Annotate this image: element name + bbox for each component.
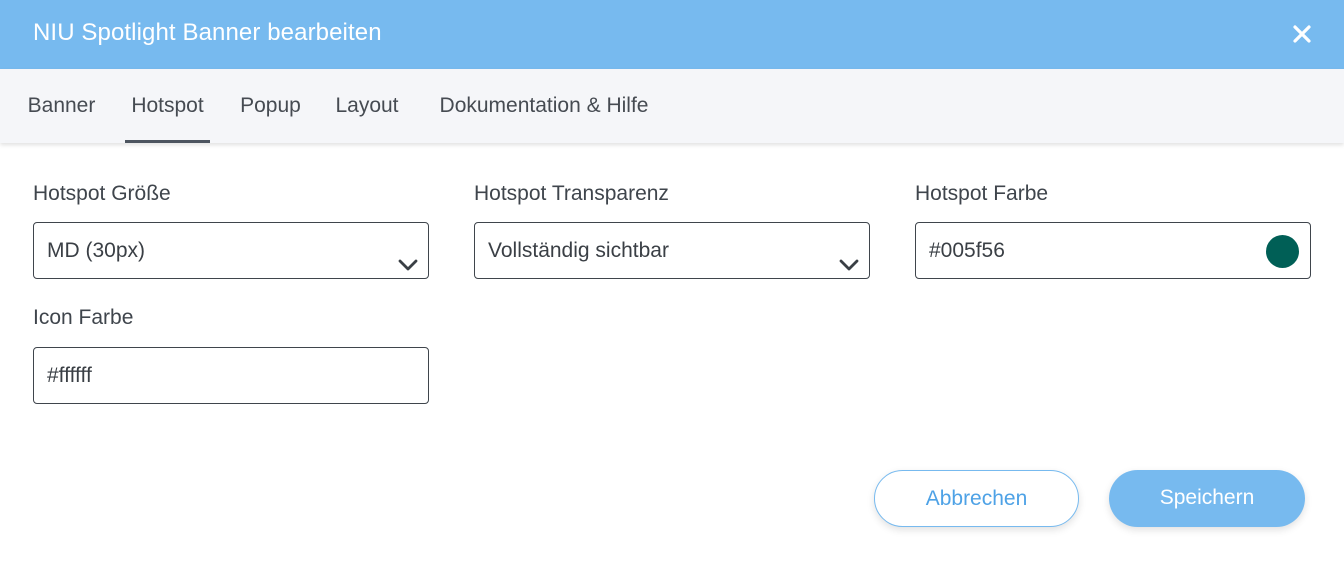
tab-layout[interactable]: Layout	[333, 69, 401, 143]
icon-color-input[interactable]: #ffffff	[33, 347, 429, 404]
color-swatch[interactable]	[1266, 235, 1299, 268]
hotspot-transparency-select[interactable]: Vollständig sichtbar	[474, 222, 870, 279]
chevron-down-icon	[398, 241, 418, 271]
dialog-title: NIU Spotlight Banner bearbeiten	[33, 19, 382, 46]
tab-documentation-help[interactable]: Dokumentation & Hilfe	[431, 69, 657, 143]
icon-color-value: #ffffff	[47, 364, 92, 387]
hotspot-size-select[interactable]: MD (30px)	[33, 222, 429, 279]
tab-popup[interactable]: Popup	[238, 69, 303, 143]
hotspot-color-input[interactable]: #005f56	[915, 222, 1311, 279]
hotspot-color-label: Hotspot Farbe	[915, 182, 1049, 205]
close-icon[interactable]	[1290, 22, 1314, 46]
hotspot-transparency-label: Hotspot Transparenz	[474, 182, 669, 205]
cancel-button[interactable]: Abbrechen	[874, 470, 1079, 527]
hotspot-size-value: MD (30px)	[47, 239, 146, 262]
hotspot-size-label: Hotspot Größe	[33, 182, 171, 205]
hotspot-color-value: #005f56	[929, 239, 1005, 262]
save-button[interactable]: Speichern	[1109, 470, 1305, 527]
dialog-header: NIU Spotlight Banner bearbeiten	[0, 0, 1344, 69]
chevron-down-icon	[839, 241, 859, 271]
icon-color-label: Icon Farbe	[33, 306, 134, 329]
tab-hotspot[interactable]: Hotspot	[125, 69, 210, 143]
hotspot-transparency-value: Vollständig sichtbar	[488, 239, 669, 262]
tab-banner[interactable]: Banner	[26, 69, 97, 143]
tab-bar: Banner Hotspot Popup Layout Dokumentatio…	[0, 69, 1344, 143]
